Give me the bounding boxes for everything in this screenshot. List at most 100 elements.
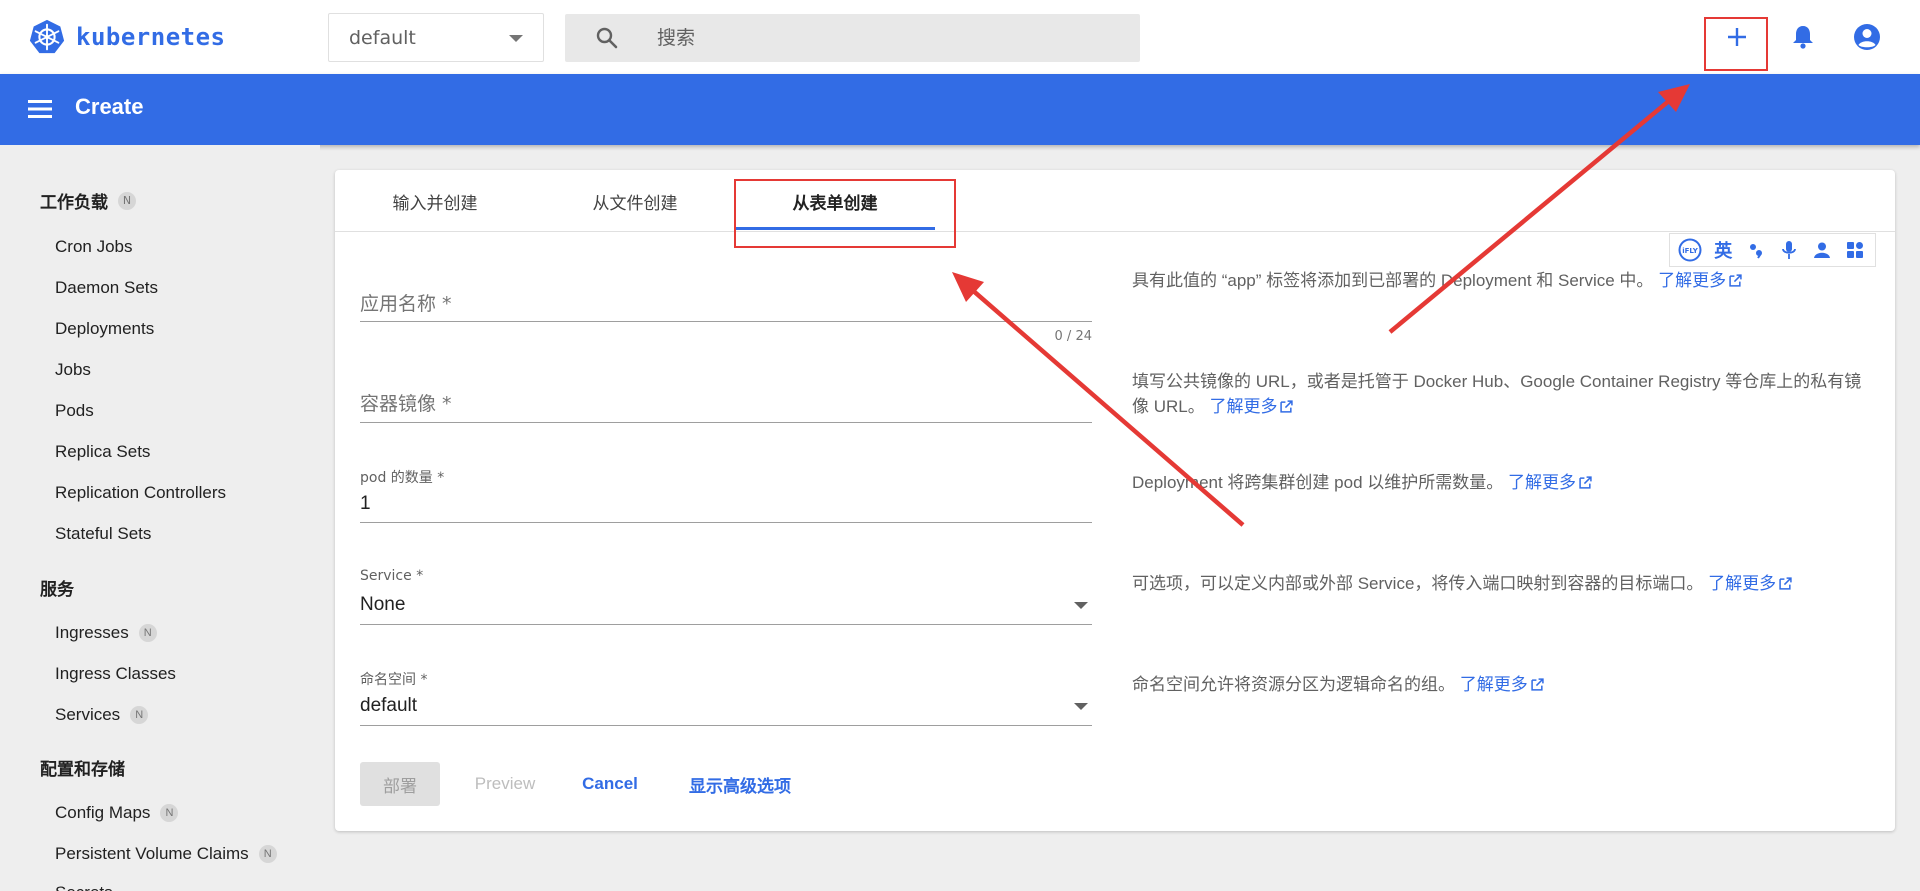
help-text: 命名空间允许将资源分区为逻辑命名的组。 [1132,675,1455,694]
sidebar-item-pvcs[interactable]: Persistent Volume Claims N [55,844,277,864]
open-in-new-icon [1729,274,1742,287]
sidebar-item-services[interactable]: Services N [55,705,149,725]
preview-button[interactable]: Preview [460,762,550,806]
sidebar-group-config-storage[interactable]: 配置和存储 [40,755,125,780]
ifly-logo-icon[interactable]: iFLY [1677,237,1703,263]
sidebar-group-label: 配置和存储 [40,760,125,780]
pod-count-help: Deployment 将跨集群创建 pod 以维护所需数量。 了解更多 [1132,470,1872,495]
brand-name: kubernetes [76,23,226,51]
account-button[interactable] [1850,20,1884,54]
deploy-button[interactable]: 部署 [360,762,440,806]
kubernetes-helm-icon [29,19,65,54]
container-image-field[interactable]: 容器镜像 * [360,370,1092,430]
sidebar-item-label: Ingress Classes [55,664,176,683]
learn-more-link[interactable]: 了解更多 [1209,397,1294,416]
service-select[interactable]: Service * None [360,566,1092,636]
sidebar-item-config-maps[interactable]: Config Maps N [55,803,179,823]
punctuation-icon[interactable] [1743,237,1769,263]
sidebar-group-label: 服务 [40,580,74,600]
menu-icon[interactable] [28,98,52,120]
namespace-value: default [360,695,418,716]
learn-more-link[interactable]: 了解更多 [1508,473,1592,492]
learn-more-label: 了解更多 [1209,397,1278,416]
sidebar-item-label: Services [55,705,121,724]
user-icon[interactable] [1809,237,1835,263]
help-text: Deployment 将跨集群创建 pod 以维护所需数量。 [1132,473,1504,492]
pod-count-value[interactable]: 1 [360,493,371,515]
sidebar-item-pods[interactable]: Pods [55,401,94,421]
notifications-button[interactable] [1786,20,1820,54]
learn-more-label: 了解更多 [1507,473,1576,492]
tab-create-from-file[interactable]: 从文件创建 [535,170,735,232]
input-underline [360,522,1092,523]
namespace-select[interactable]: 命名空间 * default [360,667,1092,737]
sidebar-item-label: Replication Controllers [55,483,227,502]
sidebar-item-secrets[interactable]: Secrets [55,883,113,891]
learn-more-label: 了解更多 [1708,574,1777,593]
sidebar-item-label: Deployments [55,319,155,338]
new-badge: N [118,191,136,210]
kubernetes-logo[interactable]: kubernetes [28,18,226,56]
sidebar-nav: 工作负载 N Cron Jobs Daemon Sets Deployments… [0,145,320,891]
chevron-down-icon [1074,602,1088,609]
ifly-language-toggle[interactable]: 英 [1710,237,1736,263]
input-underline [360,725,1092,726]
sidebar-item-cron-jobs[interactable]: Cron Jobs [55,237,132,257]
sidebar-group-workloads[interactable]: 工作负载 N [40,188,136,213]
learn-more-link[interactable]: 了解更多 [1708,574,1792,593]
pod-count-label: pod 的数量 * [360,470,445,486]
search-input[interactable] [657,14,1117,62]
char-counter: 0 / 24 [1054,329,1092,344]
namespace-value: default [349,26,416,49]
sidebar-item-label: Daemon Sets [55,278,158,297]
show-advanced-options-button[interactable]: 显示高级选项 [680,762,800,806]
svg-text:iFLY: iFLY [1683,247,1700,255]
sidebar-group-services[interactable]: 服务 [40,575,74,600]
pod-count-field[interactable]: pod 的数量 * 1 [360,465,1092,535]
service-label: Service * [360,568,424,584]
namespace-help: 命名空间允许将资源分区为逻辑命名的组。 了解更多 [1132,672,1872,697]
open-in-new-icon [1579,476,1592,489]
tab-create-from-input[interactable]: 输入并创建 [335,170,535,232]
sidebar-item-replica-sets[interactable]: Replica Sets [55,442,150,462]
sidebar-item-label: Replica Sets [55,442,151,461]
sidebar-item-daemon-sets[interactable]: Daemon Sets [55,278,158,298]
container-image-label: 容器镜像 * [360,393,452,415]
sidebar-item-deployments[interactable]: Deployments [55,319,154,339]
learn-more-link[interactable]: 了解更多 [1658,271,1742,290]
page-title: Create [75,94,144,119]
sidebar-item-label: Cron Jobs [55,237,133,256]
sidebar-item-ingress-classes[interactable]: Ingress Classes [55,664,176,684]
app-name-field[interactable]: 应用名称 * 0 / 24 [360,270,1092,344]
create-card: 输入并创建 从文件创建 从表单创建 应用名称 * 0 / 24 具有此值的 “a… [335,170,1895,831]
new-badge: N [130,706,149,724]
sidebar-item-label: Stateful Sets [55,524,152,543]
learn-more-label: 了解更多 [1658,271,1727,290]
page-toolbar: Create [0,74,1920,145]
open-in-new-icon [1779,577,1792,590]
input-underline [360,422,1092,423]
sidebar-item-label: Secrets [55,883,113,891]
sidebar-item-ingresses[interactable]: Ingresses N [55,623,157,643]
learn-more-label: 了解更多 [1459,675,1528,694]
sidebar-item-label: Pods [55,401,94,420]
annotation-highlight-box [734,179,956,248]
search-bar[interactable] [565,14,1140,62]
cancel-button[interactable]: Cancel [570,762,650,806]
sidebar-group-label: 工作负载 [40,193,108,213]
microphone-icon[interactable] [1776,237,1802,263]
top-bar: kubernetes default [0,0,1920,74]
namespace-label: 命名空间 * [360,672,428,688]
new-badge: N [160,804,179,822]
bell-icon [1793,26,1813,49]
app-name-label: 应用名称 * [360,293,452,315]
sidebar-item-replication-controllers[interactable]: Replication Controllers [55,483,226,503]
sidebar-item-label: Ingresses [55,623,129,642]
learn-more-link[interactable]: 了解更多 [1460,675,1544,694]
namespace-selector[interactable]: default [328,13,544,62]
sidebar-item-stateful-sets[interactable]: Stateful Sets [55,524,151,544]
apps-grid-icon[interactable] [1842,237,1868,263]
open-in-new-icon [1280,400,1294,413]
help-text: 具有此值的 “app” 标签将添加到已部署的 Deployment 和 Serv… [1132,271,1654,290]
sidebar-item-jobs[interactable]: Jobs [55,360,91,380]
